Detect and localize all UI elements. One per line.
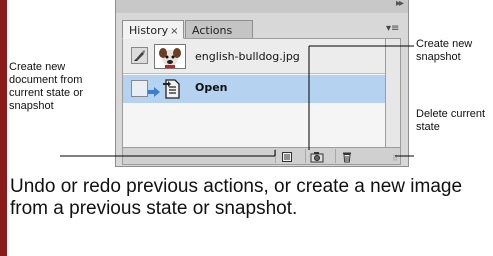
tab-history-label: History [129, 24, 169, 37]
close-icon[interactable]: × [170, 26, 178, 37]
tab-history[interactable]: History × [122, 20, 184, 39]
caption-text: Undo or redo previous actions, or create… [10, 176, 463, 219]
callout-create-snapshot: Create new snapshot [416, 38, 473, 63]
callout-new-document: Create new document from current state o… [9, 61, 83, 112]
callout-delete-state: Delete current state [416, 108, 486, 133]
